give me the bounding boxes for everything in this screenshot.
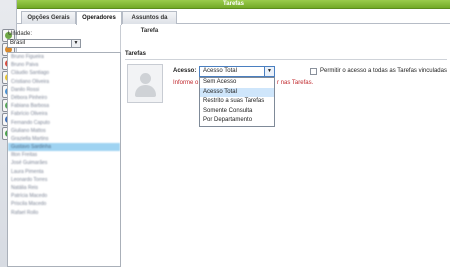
permitir-acesso-label: Permitir o acesso a todas as Tarefas vin… bbox=[320, 68, 447, 74]
operator-list-item[interactable]: Priscila Macedo bbox=[8, 200, 120, 208]
section-title: Tarefas bbox=[125, 51, 146, 57]
operator-list-item[interactable]: Bruno Paiva bbox=[8, 61, 120, 69]
operator-list-item[interactable]: Danilo Rossi bbox=[8, 86, 120, 94]
operator-list-item[interactable]: Fernando Caputo bbox=[8, 119, 120, 127]
acesso-option[interactable]: Sem Acesso bbox=[200, 78, 274, 88]
operator-list-item[interactable]: Gustavo Sardinha bbox=[8, 143, 120, 152]
tab-opcoes-gerais[interactable]: Opções Gerais bbox=[21, 11, 76, 24]
tab-assuntos-da-tarefa[interactable]: Assuntos da Tarefa bbox=[122, 11, 177, 34]
operator-list-item[interactable]: Fabrício Oliveira bbox=[8, 110, 120, 118]
acesso-option[interactable]: Por Departamento bbox=[200, 116, 274, 126]
acesso-option[interactable]: Acesso Total bbox=[200, 87, 274, 98]
unit-select-value: Brasil bbox=[10, 40, 26, 46]
chevron-down-icon[interactable]: ▼ bbox=[264, 67, 274, 76]
info-text-suffix: r nas Tarefas. bbox=[277, 80, 314, 86]
operator-list-item[interactable]: Laura Pimenta bbox=[8, 168, 120, 176]
tab-operadores[interactable]: Operadores bbox=[76, 11, 122, 25]
avatar-placeholder bbox=[127, 64, 163, 103]
operator-list-item[interactable]: Bruno Figueira bbox=[8, 53, 120, 61]
operator-list-item[interactable]: Patrícia Macedo bbox=[8, 192, 120, 200]
unit-label: Unidade: bbox=[8, 31, 33, 37]
operator-list-item[interactable]: José Guimarães bbox=[8, 159, 120, 167]
acesso-label: Acesso: bbox=[173, 68, 197, 74]
operator-list-item[interactable]: Cláudio Santiago bbox=[8, 69, 120, 77]
acesso-option[interactable]: Restrito a suas Tarefas bbox=[200, 97, 274, 107]
operator-list-item[interactable]: Ilton Freitas bbox=[8, 151, 120, 159]
avatar-head-shape bbox=[140, 73, 151, 84]
acesso-dropdown-list: Sem Acesso Acesso Total Restrito a suas Ta… bbox=[199, 77, 275, 127]
operator-list-item[interactable]: Cristiano Oliveira bbox=[8, 78, 120, 86]
permitir-acesso-checkbox[interactable] bbox=[310, 68, 317, 75]
operator-list-item[interactable]: Natália Reis bbox=[8, 184, 120, 192]
operator-list-item[interactable]: Débora Pinheiro bbox=[8, 94, 120, 102]
operator-list-item[interactable]: Graziella Martins bbox=[8, 135, 120, 143]
operator-list-item[interactable]: Leonardo Torres bbox=[8, 176, 120, 184]
acesso-select[interactable]: Acesso Total ▼ bbox=[199, 66, 275, 77]
acesso-option[interactable]: Somente Consulta bbox=[200, 107, 274, 117]
operator-list-item[interactable]: Rafael Rollo bbox=[8, 209, 120, 217]
chevron-down-icon[interactable]: ▼ bbox=[71, 40, 80, 47]
unit-select[interactable]: Brasil ▼ bbox=[7, 39, 81, 48]
app-window: Tarefas Opções Gerais Operadores Assunto… bbox=[0, 0, 450, 267]
tab-bar: Opções Gerais Operadores Assuntos da Tar… bbox=[17, 11, 450, 34]
operator-list-item[interactable]: Fabiana Barbosa bbox=[8, 102, 120, 110]
info-text-prefix: Informe o bbox=[173, 80, 199, 86]
avatar-body-shape bbox=[135, 85, 156, 97]
window-title: Tarefas bbox=[17, 0, 450, 9]
acesso-select-value: Acesso Total bbox=[203, 68, 237, 74]
operator-list-item[interactable]: Giuliano Mattos bbox=[8, 127, 120, 135]
section-divider bbox=[125, 59, 447, 60]
operator-list[interactable]: Bruno Figueira Bruno Paiva Cláudio Santiag… bbox=[7, 52, 121, 267]
